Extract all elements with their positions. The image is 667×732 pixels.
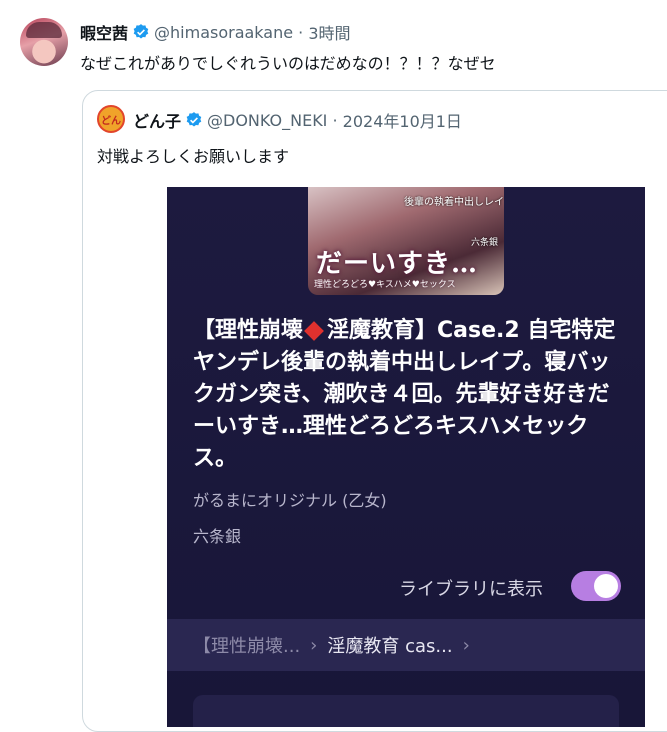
chevron-right-icon: ›: [310, 634, 318, 656]
work-title: 【理性崩壊 淫魔教育】Case.2 自宅特定ヤンデレ後輩の執着中出しレイプ。寝バッ…: [193, 315, 623, 475]
cover-caption: 理性どろどろ♥キスハメ♥セックス: [314, 280, 456, 290]
separator-dot: ·: [293, 22, 309, 42]
toggle-knob: [594, 574, 618, 598]
work-author: 六条銀: [193, 527, 242, 546]
breadcrumb-item-2[interactable]: 淫魔教育 cas...: [327, 632, 452, 658]
content-panel: [193, 695, 619, 727]
quoted-avatar-text: どん: [101, 115, 121, 127]
quoted-date: 2024年10月1日: [342, 112, 462, 131]
cover-image: 後輩の執着中出しレイプ 六条銀 だーいすき… 理性どろどろ♥キスハメ♥セックス: [308, 187, 504, 295]
quoted-text: 対戦よろしくお願いします: [97, 147, 290, 166]
breadcrumb: 【理性崩壊... › 淫魔教育 cas... ›: [167, 619, 645, 671]
library-toggle[interactable]: [571, 571, 621, 601]
quoted-handle: @DONKO_NEKI: [207, 110, 328, 130]
quoted-avatar: どん: [97, 105, 125, 133]
red-diamond-icon: [304, 321, 324, 341]
work-label: がるまにオリジナル (乙女): [193, 491, 387, 510]
chevron-right-icon: ›: [462, 634, 470, 656]
handle[interactable]: @himasoraakane: [154, 23, 293, 42]
quoted-header: どん子 @DONKO_NEKI · 2024年10月1日: [133, 108, 462, 132]
cover-title: だーいすき…: [316, 249, 479, 279]
quoted-separator-dot: ·: [327, 110, 343, 130]
work-title-part-1: 【理性崩壊: [193, 318, 304, 343]
quoted-tweet[interactable]: どん どん子 @DONKO_NEKI · 2024年10月1日 対戦よろしくお願…: [82, 90, 667, 732]
embedded-media-screenshot[interactable]: 後輩の執着中出しレイプ 六条銀 だーいすき… 理性どろどろ♥キスハメ♥セックス …: [167, 187, 645, 727]
timestamp[interactable]: 3時間: [308, 20, 350, 44]
tweet-text: なぜこれがありでしぐれういのはだめなの！？！？なぜセ: [80, 54, 496, 73]
tweet-header: 暇空茜 @himasoraakane · 3時間: [80, 20, 351, 44]
display-name[interactable]: 暇空茜: [80, 20, 128, 44]
quoted-display-name: どん子: [133, 112, 182, 131]
quoted-verified-badge-icon: [186, 112, 202, 127]
user-avatar[interactable]: [20, 18, 68, 66]
library-row: ライブラリに表示: [167, 569, 645, 609]
verified-badge-icon: [133, 24, 149, 39]
breadcrumb-item-1[interactable]: 【理性崩壊...: [193, 632, 300, 658]
cover-subtitle: 後輩の執着中出しレイプ: [404, 197, 504, 208]
library-label: ライブラリに表示: [399, 579, 543, 600]
